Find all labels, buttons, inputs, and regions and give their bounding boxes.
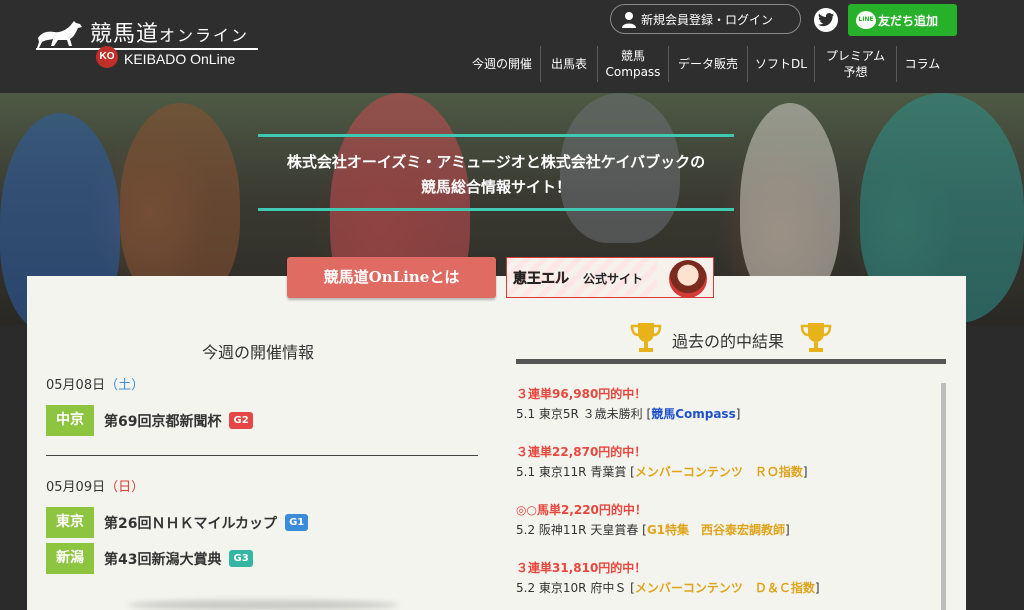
site-logo[interactable]: 競馬道オンライン KO KEIBADO OnLine [36,16,266,74]
hero-tagline-line1: 株式会社オーイズミ・アミュージオと株式会社ケイバブックの [286,153,706,171]
result-source-link[interactable]: G1特集 西谷泰宏調教師 [647,523,785,537]
result-hit-text: ３連単96,980円的中！ [516,387,647,401]
nav-this-week[interactable]: 今週の開催 [464,46,540,82]
schedule-divider [46,455,478,456]
hero-photo-shape [740,103,840,303]
schedule-date: 05月09日（日） [46,476,144,495]
trophy-icon [630,323,662,352]
race-name[interactable]: 第43回新潟大賞典 [104,549,221,569]
site-header: 競馬道オンライン KO KEIBADO OnLine 新規会員登録・ログイン L… [0,0,1024,93]
line-icon: LINE [856,11,876,29]
nav-column[interactable]: コラム [896,46,948,82]
ele-banner-label: 公式サイト [583,272,644,286]
grade-badge: G2 [229,412,253,429]
hero-tagline: 株式会社オーイズミ・アミュージオと株式会社ケイバブックの 競馬総合情報サイト！ [240,150,752,200]
results-title: 過去の的中結果 [672,332,785,351]
result-hit-text: ３連単22,870円的中！ [516,445,647,459]
ele-official-site-banner[interactable]: 恵王エル 公式サイト [506,257,714,298]
result-detail: 5.2 東京10R 府中Ｓ [メンバーコンテンツ Ｄ＆Ｃ指数] [516,579,820,596]
logo-rule [36,48,258,50]
race-row[interactable]: 東京 第26回ＮＨＫマイルカップ G1 [46,507,309,538]
result-detail: 5.1 東京5R ３歳未勝利 [競馬Compass] [516,405,740,422]
bracket-close: ] [735,407,741,421]
schedule-title: 今週の開催情報 [202,343,315,362]
day-of-week: （土） [105,378,145,393]
main-nav: 今週の開催 出馬表 競馬 Compass データ販売 ソフトDL プレミアム 予… [464,46,948,82]
about-button[interactable]: 競馬道OnLineとは [287,257,496,298]
bracket-close: ] [785,523,790,537]
hero-photo-shape [120,103,240,303]
hero-bottom-line [258,208,734,211]
logo-jp-main: 競馬道 [90,22,160,47]
grade-badge: G1 [285,514,309,531]
result-source-link[interactable]: 競馬Compass [651,407,736,421]
scroll-shadow [128,600,398,610]
results-scrollbar[interactable] [941,383,946,610]
race-name[interactable]: 第69回京都新聞杯 [104,411,221,431]
logo-en: KEIBADO OnLine [124,51,236,67]
venue-badge: 新潟 [46,543,94,574]
nav-compass[interactable]: 競馬 Compass [597,46,668,82]
result-hit-text: ◎○馬単2,220円的中！ [516,503,647,517]
user-icon [622,12,636,28]
bracket-close: ] [802,465,808,479]
result-source-link[interactable]: メンバーコンテンツ ＲＯ指数 [635,465,803,479]
result-hit-text: ３連単31,810円的中！ [516,561,647,575]
result-race: 5.1 東京11R 青葉賞 [ [516,465,635,479]
character-image [669,260,707,297]
race-row[interactable]: 中京 第69回京都新聞杯 G2 [46,405,253,436]
result-race: 5.2 阪神11R 天皇賞春 [ [516,523,647,537]
line-label: 友だち追加 [878,13,939,28]
bracket-close: ] [814,581,820,595]
schedule-date: 05月08日（土） [46,374,144,393]
line-add-friend-button[interactable]: LINE 友だち追加 [848,4,957,36]
race-row[interactable]: 新潟 第43回新潟大賞典 G3 [46,543,253,574]
hero-tagline-line2: 競馬総合情報サイト！ [420,178,571,196]
date-text: 05月08日 [46,378,106,393]
results-rule [516,359,946,364]
horse-icon [37,21,82,48]
grade-badge: G3 [229,550,253,567]
result-detail: 5.2 阪神11R 天皇賞春 [G1特集 西谷泰宏調教師] [516,521,790,538]
race-name[interactable]: 第26回ＮＨＫマイルカップ [104,513,277,533]
trophy-icon [800,323,832,352]
nav-premium[interactable]: プレミアム 予想 [814,46,896,82]
result-source-link[interactable]: メンバーコンテンツ Ｄ＆Ｃ指数 [635,581,815,595]
nav-soft-dl[interactable]: ソフトDL [747,46,814,82]
login-label: 新規会員登録・ログイン [641,12,774,27]
logo-jp-sub: オンライン [159,26,250,45]
login-button[interactable]: 新規会員登録・ログイン [610,4,801,34]
date-text: 05月09日 [46,480,106,495]
logo-jp: 競馬道オンライン [90,16,249,48]
twitter-icon [818,13,834,27]
venue-badge: 中京 [46,405,94,436]
day-of-week: （日） [105,480,145,495]
venue-badge: 東京 [46,507,94,538]
nav-entries[interactable]: 出馬表 [540,46,597,82]
logo-badge: KO [96,46,118,68]
hero-top-line [258,134,734,137]
result-race: 5.2 東京10R 府中Ｓ [ [516,581,635,595]
nav-data-sales[interactable]: データ販売 [668,46,747,82]
result-race: 5.1 東京5R ３歳未勝利 [ [516,407,652,421]
ele-logo: 恵王エル [513,271,569,287]
result-detail: 5.1 東京11R 青葉賞 [メンバーコンテンツ ＲＯ指数] [516,463,808,480]
twitter-button[interactable] [814,8,838,32]
